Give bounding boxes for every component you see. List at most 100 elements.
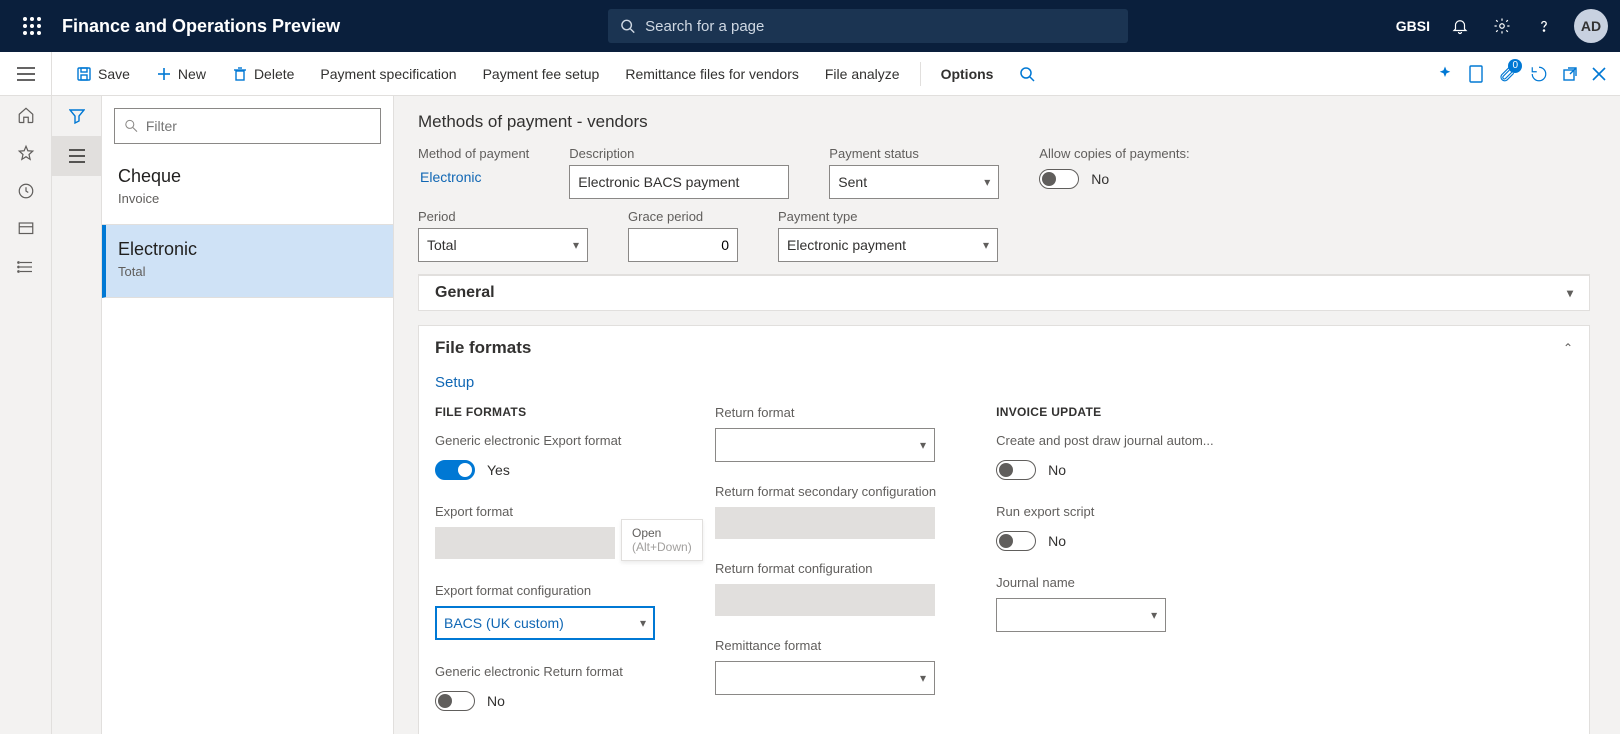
file-formats-section: File formats ⌃ Setup FILE FORMATS Generi… — [418, 325, 1590, 734]
close-icon[interactable] — [1592, 67, 1606, 81]
generic-return-label: Generic electronic Return format — [435, 664, 655, 679]
page-icon[interactable] — [1468, 65, 1484, 83]
export-format-label: Export format — [435, 504, 655, 519]
options-button[interactable]: Options — [931, 60, 1004, 88]
return-format-select[interactable]: ▾ — [715, 428, 935, 462]
list-icon[interactable] — [52, 136, 101, 176]
search-icon — [1019, 66, 1035, 82]
create-post-toggle[interactable] — [996, 460, 1036, 480]
remittance-format-label: Remittance format — [715, 638, 936, 653]
setup-link[interactable]: Setup — [435, 374, 474, 391]
home-icon[interactable] — [0, 106, 51, 124]
general-section: General ▾ — [418, 274, 1590, 311]
nav-rail — [0, 96, 52, 734]
generic-return-value: No — [487, 693, 505, 709]
period-select[interactable]: Total▾ — [418, 228, 588, 262]
create-post-label: Create and post draw journal autom... — [996, 433, 1214, 448]
search-input[interactable] — [645, 18, 1116, 35]
modules-icon[interactable] — [0, 258, 51, 276]
filter-text[interactable] — [146, 118, 370, 134]
create-post-value: No — [1048, 462, 1066, 478]
export-format-config-label: Export format configuration — [435, 583, 655, 598]
gear-icon[interactable] — [1490, 14, 1514, 38]
return-secondary-input — [715, 507, 935, 539]
attachments-badge: 0 — [1508, 59, 1522, 73]
search-icon — [125, 119, 138, 133]
run-export-toggle[interactable] — [996, 531, 1036, 551]
chevron-down-icon: ▾ — [920, 671, 926, 685]
delete-button[interactable]: Delete — [222, 60, 304, 88]
payment-fee-setup-button[interactable]: Payment fee setup — [473, 60, 610, 88]
chevron-down-icon: ▾ — [1151, 608, 1157, 622]
main-content: Methods of payment - vendors Method of p… — [394, 96, 1620, 734]
mini-nav — [52, 96, 102, 734]
journal-name-select[interactable]: ▾ — [996, 598, 1166, 632]
run-export-label: Run export script — [996, 504, 1214, 519]
copilot-icon[interactable] — [1436, 65, 1454, 83]
list-item-sub: Total — [118, 264, 377, 279]
generic-export-label: Generic electronic Export format — [435, 433, 655, 448]
separator — [920, 62, 921, 86]
chevron-down-icon: ▾ — [573, 238, 579, 252]
list-item[interactable]: Electronic Total — [102, 225, 393, 298]
list-item[interactable]: Cheque Invoice — [102, 152, 393, 225]
open-tooltip: Open (Alt+Down) — [621, 519, 703, 561]
allow-copies-toggle[interactable] — [1039, 169, 1079, 189]
description-input[interactable]: Electronic BACS payment — [569, 165, 789, 199]
file-analyze-button[interactable]: File analyze — [815, 60, 910, 88]
list-item-sub: Invoice — [118, 191, 377, 206]
bell-icon[interactable] — [1448, 14, 1472, 38]
chevron-down-icon: ▾ — [640, 616, 646, 630]
waffle-icon[interactable] — [12, 17, 52, 35]
workspaces-icon[interactable] — [0, 220, 51, 238]
generic-export-toggle[interactable] — [435, 460, 475, 480]
star-icon[interactable] — [0, 144, 51, 162]
payment-status-select[interactable]: Sent▾ — [829, 165, 999, 199]
attachments-button[interactable]: 0 — [1498, 65, 1516, 83]
chevron-down-icon: ▾ — [1567, 286, 1573, 300]
new-button[interactable]: New — [146, 60, 216, 88]
refresh-icon[interactable] — [1530, 65, 1548, 83]
payment-status-label: Payment status — [829, 146, 999, 161]
filter-input[interactable] — [114, 108, 381, 144]
export-format-input — [435, 527, 615, 559]
avatar[interactable]: AD — [1574, 9, 1608, 43]
filter-icon[interactable] — [52, 96, 101, 136]
allow-copies-value: No — [1091, 171, 1109, 187]
recent-icon[interactable] — [0, 182, 51, 200]
help-icon[interactable] — [1532, 14, 1556, 38]
plus-icon — [156, 66, 172, 82]
save-button[interactable]: Save — [66, 60, 140, 88]
action-search-button[interactable] — [1009, 60, 1045, 88]
file-formats-header[interactable]: File formats ⌃ — [419, 326, 1589, 370]
method-of-payment-value[interactable]: Electronic — [418, 165, 529, 189]
export-format-config-select[interactable]: BACS (UK custom) ▾ — [435, 606, 655, 640]
list-item-title: Electronic — [118, 239, 377, 260]
payment-type-label: Payment type — [778, 209, 998, 224]
hamburger-icon[interactable] — [0, 52, 52, 96]
trash-icon — [232, 66, 248, 82]
chevron-down-icon: ▾ — [983, 238, 989, 252]
generic-return-toggle[interactable] — [435, 691, 475, 711]
payment-type-select[interactable]: Electronic payment▾ — [778, 228, 998, 262]
return-secondary-label: Return format secondary configuration — [715, 484, 936, 499]
save-icon — [76, 66, 92, 82]
file-formats-heading: FILE FORMATS — [435, 405, 655, 419]
invoice-update-heading: INVOICE UPDATE — [996, 405, 1214, 419]
general-header[interactable]: General ▾ — [419, 275, 1589, 310]
search-bar[interactable] — [608, 9, 1128, 43]
company-code[interactable]: GBSI — [1396, 18, 1430, 34]
method-of-payment-label: Method of payment — [418, 146, 529, 161]
remittance-format-select[interactable]: ▾ — [715, 661, 935, 695]
grace-period-input[interactable] — [628, 228, 738, 262]
action-bar: Save New Delete Payment specification Pa… — [52, 52, 1620, 96]
description-label: Description — [569, 146, 789, 161]
search-icon — [620, 18, 635, 34]
popout-icon[interactable] — [1562, 66, 1578, 82]
remittance-files-button[interactable]: Remittance files for vendors — [615, 60, 809, 88]
new-label: New — [178, 66, 206, 82]
payment-specification-button[interactable]: Payment specification — [310, 60, 466, 88]
chevron-up-icon: ⌃ — [1563, 341, 1573, 355]
period-label: Period — [418, 209, 588, 224]
chevron-down-icon: ▾ — [984, 175, 990, 189]
